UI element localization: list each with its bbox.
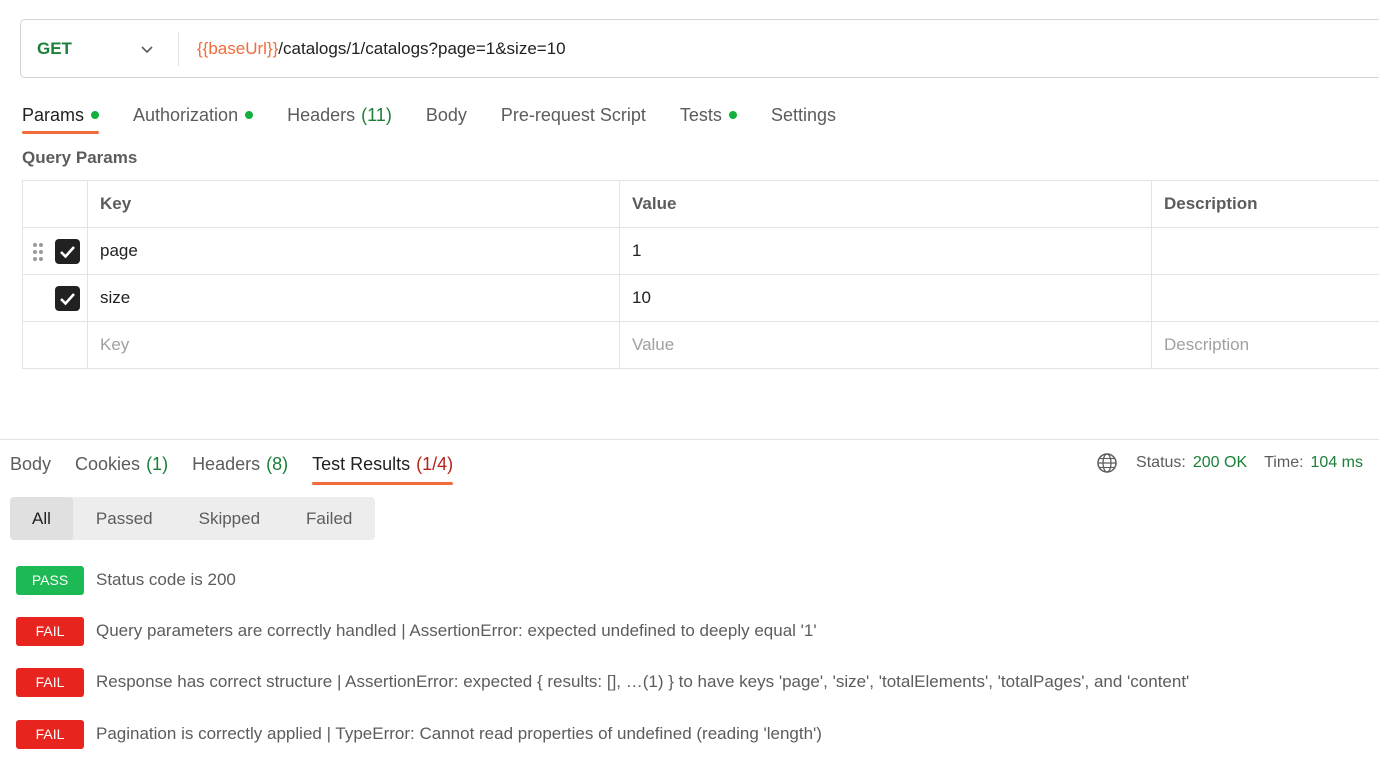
checkmark-icon xyxy=(60,246,75,259)
row-checkbox[interactable] xyxy=(55,286,80,311)
method-select[interactable]: GET xyxy=(21,31,179,66)
tab-count: (1) xyxy=(146,454,169,474)
result-text: Query parameters are correctly handled |… xyxy=(96,621,817,640)
filter-skipped[interactable]: Skipped xyxy=(176,497,283,540)
query-params-title: Query Params xyxy=(22,148,138,167)
tab-headers[interactable]: Headers (11) xyxy=(287,96,392,134)
method-label: GET xyxy=(37,38,72,58)
tab-pre-request-script[interactable]: Pre-request Script xyxy=(501,96,646,134)
param-key[interactable]: size xyxy=(87,274,620,322)
header-key: Key xyxy=(87,180,620,228)
table-header-row: Key Value Description xyxy=(22,180,1379,228)
row-checkbox[interactable] xyxy=(55,239,80,264)
test-result: PASS Status code is 200 xyxy=(16,565,236,595)
row-control-cell xyxy=(22,274,88,322)
tab-label: Test Results xyxy=(312,454,411,474)
fail-badge: FAIL xyxy=(16,667,84,697)
test-result: FAIL Pagination is correctly applied | T… xyxy=(16,719,822,749)
tab-label: Headers xyxy=(287,104,356,125)
query-params-table: Key Value Description page 1 size 10 Key… xyxy=(22,180,1379,369)
tab-test-results[interactable]: Test Results (1/4) xyxy=(312,444,454,485)
new-key-input[interactable]: Key xyxy=(87,321,620,369)
response-status: Status: 200 OK Time: 104 ms xyxy=(1096,450,1363,476)
status-dot xyxy=(91,111,100,119)
status-value[interactable]: 200 OK xyxy=(1193,454,1247,472)
result-text: Response has correct structure | Asserti… xyxy=(96,672,1190,691)
result-text: Pagination is correctly applied | TypeEr… xyxy=(96,724,822,743)
result-text: Status code is 200 xyxy=(96,570,236,589)
chevron-down-icon xyxy=(141,45,153,53)
test-result: FAIL Query parameters are correctly hand… xyxy=(16,616,817,646)
time-value[interactable]: 104 ms xyxy=(1311,454,1363,472)
tab-count: (8) xyxy=(266,454,289,474)
param-value[interactable]: 1 xyxy=(619,227,1152,275)
table-row: size 10 xyxy=(22,274,1379,322)
tab-params[interactable]: Params xyxy=(22,96,100,134)
tab-label: Authorization xyxy=(133,104,239,125)
divider xyxy=(0,439,1379,440)
response-tabs: Body Cookies (1) Headers (8) Test Results(… xyxy=(10,444,477,486)
tab-count: (1/4) xyxy=(416,454,454,474)
time-label: Time: xyxy=(1264,454,1304,471)
filter-passed[interactable]: Passed xyxy=(73,497,176,540)
tab-response-headers[interactable]: Headers (8) xyxy=(192,444,288,485)
drag-handle-icon[interactable] xyxy=(32,242,44,262)
header-value: Value xyxy=(619,180,1152,228)
header-control-cell xyxy=(22,180,88,228)
status-dot xyxy=(728,111,737,119)
tab-label: Body xyxy=(425,104,467,125)
new-value-input[interactable]: Value xyxy=(619,321,1152,369)
tab-tests[interactable]: Tests xyxy=(680,96,737,134)
tab-count: (11) xyxy=(361,104,392,125)
request-tabs: Params Authorization Headers (11) Body Pr… xyxy=(22,96,870,136)
tab-label: Headers xyxy=(192,454,261,474)
header-description: Description xyxy=(1151,180,1379,228)
param-value[interactable]: 10 xyxy=(619,274,1152,322)
table-row-new: Key Value Description xyxy=(22,321,1379,369)
tab-label: Tests xyxy=(679,104,722,125)
tab-authorization[interactable]: Authorization xyxy=(133,96,254,134)
new-description-input[interactable]: Description xyxy=(1151,321,1379,369)
fail-badge: FAIL xyxy=(16,719,84,749)
param-key[interactable]: page xyxy=(87,227,620,275)
url-path: /catalogs/1/catalogs?page=1&size=10 xyxy=(278,38,566,58)
param-description[interactable] xyxy=(1151,227,1379,275)
status-label: Status: xyxy=(1136,454,1186,471)
tab-label: Cookies xyxy=(75,454,141,474)
row-control-cell xyxy=(22,321,88,369)
pass-badge: PASS xyxy=(16,565,84,595)
status-dot xyxy=(245,111,254,119)
table-row: page 1 xyxy=(22,227,1379,275)
url-bar: GET {{baseUrl}}/catalogs/1/catalogs?page… xyxy=(20,19,1379,78)
tab-label: Pre-request Script xyxy=(500,104,646,125)
tab-label: Params xyxy=(22,104,85,125)
globe-icon[interactable] xyxy=(1096,452,1118,474)
tab-body[interactable]: Body xyxy=(426,96,467,134)
filter-failed[interactable]: Failed xyxy=(283,497,375,540)
url-variable: {{baseUrl}} xyxy=(197,38,279,58)
param-description[interactable] xyxy=(1151,274,1379,322)
test-result: FAIL Response has correct structure | As… xyxy=(16,667,1189,697)
url-input[interactable]: {{baseUrl}}/catalogs/1/catalogs?page=1&s… xyxy=(197,39,566,59)
checkmark-icon xyxy=(60,293,75,306)
tab-cookies[interactable]: Cookies (1) xyxy=(75,444,168,485)
tab-settings[interactable]: Settings xyxy=(771,96,836,134)
row-control-cell xyxy=(22,227,88,275)
filter-all[interactable]: All xyxy=(10,497,73,540)
tab-label: Settings xyxy=(770,104,836,125)
tab-response-body[interactable]: Body xyxy=(10,444,51,485)
tab-label: Body xyxy=(10,454,52,474)
fail-badge: FAIL xyxy=(16,616,84,646)
result-filter: All Passed Skipped Failed xyxy=(10,497,376,540)
